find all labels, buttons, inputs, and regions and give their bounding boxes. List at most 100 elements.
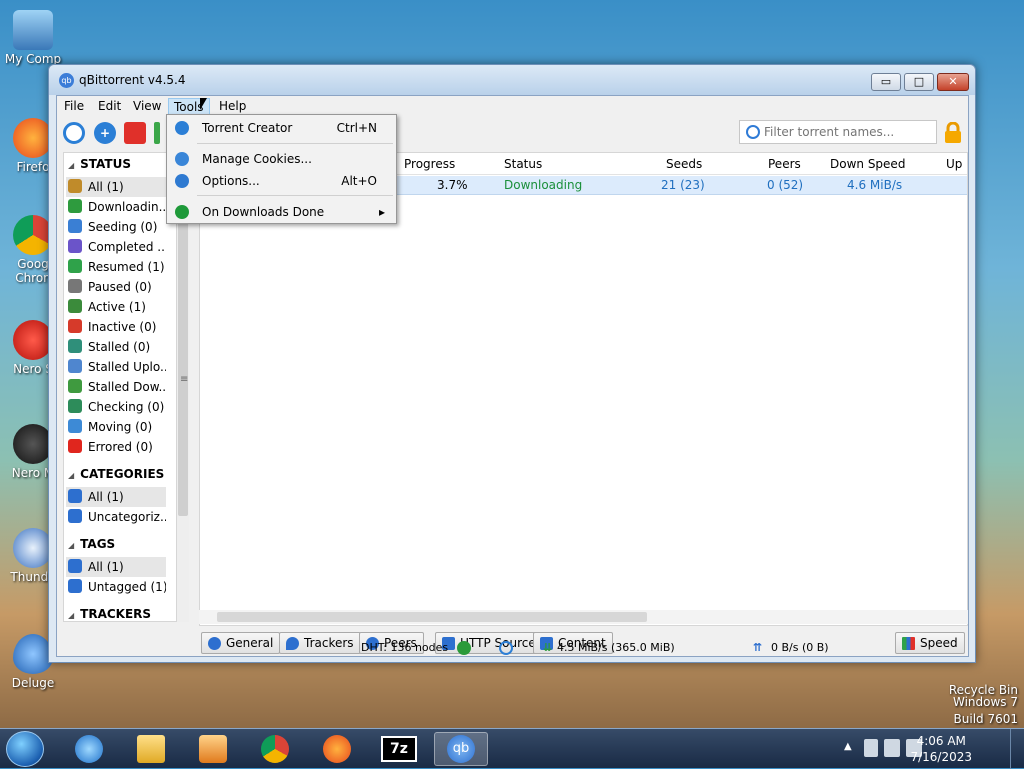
category-item-label: All (1) [88, 490, 124, 504]
menu-help[interactable]: Help [214, 98, 251, 115]
action-center-icon[interactable] [864, 739, 878, 757]
category-item-icon [68, 489, 82, 503]
menu-view[interactable]: View [128, 98, 166, 115]
taskbar-media-player[interactable] [186, 732, 240, 766]
tag-item[interactable]: All (1) [66, 557, 166, 577]
close-button[interactable]: ✕ [937, 73, 969, 91]
submenu-arrow-icon: ▸ [378, 205, 385, 219]
table-hscrollbar[interactable] [199, 610, 968, 624]
menu-item-manage-cookies[interactable]: Manage Cookies... [169, 148, 395, 170]
window-title: qBittorrent v4.5.4 [79, 73, 186, 87]
status-item[interactable]: Completed ... [66, 237, 166, 257]
tray-expand-icon[interactable]: ▲ [844, 741, 852, 752]
taskbar-explorer[interactable] [124, 732, 178, 766]
os-version-line2: Build 7601 [953, 712, 1018, 726]
nero-icon [13, 424, 53, 464]
alt-speed-icon[interactable] [499, 641, 513, 655]
status-item[interactable]: Moving (0) [66, 417, 166, 437]
tags-section-header[interactable]: ◢ TAGS [68, 537, 115, 551]
status-item[interactable]: Stalled Dow... [66, 377, 166, 397]
desktop-icon-label: Nero S [13, 362, 53, 376]
status-item[interactable]: Inactive (0) [66, 317, 166, 337]
status-item[interactable]: Errored (0) [66, 437, 166, 457]
status-item[interactable]: Paused (0) [66, 277, 166, 297]
status-item[interactable]: Checking (0) [66, 397, 166, 417]
category-item[interactable]: All (1) [66, 487, 166, 507]
col-up-speed[interactable]: Up S [946, 157, 967, 171]
status-item[interactable]: Seeding (0) [66, 217, 166, 237]
tag-item-label: Untagged (1) [88, 580, 166, 594]
menu-item-on-downloads-done[interactable]: On Downloads Done ▸ [169, 201, 395, 223]
menu-item-torrent-creator[interactable]: Torrent Creator Ctrl+N [169, 117, 395, 139]
col-progress[interactable]: Progress [404, 157, 455, 171]
col-status[interactable]: Status [504, 157, 542, 171]
system-tray: ▲ 4:06 AM 7/16/2023 [834, 729, 1024, 769]
col-down-speed[interactable]: Down Speed [830, 157, 905, 171]
taskbar-chrome[interactable] [248, 732, 302, 766]
tag-item[interactable]: Untagged (1) [66, 577, 166, 597]
cell-down-speed: 4.6 MiB/s [847, 178, 903, 192]
firefox-icon [13, 118, 53, 158]
sidebar: ◢ STATUS All (1) Downloadin... Seeding (0) C… [63, 152, 177, 622]
col-peers[interactable]: Peers [768, 157, 801, 171]
taskbar-7zip[interactable]: 7z [372, 732, 426, 766]
col-seeds[interactable]: Seeds [666, 157, 702, 171]
status-item[interactable]: Stalled (0) [66, 337, 166, 357]
add-torrent-icon[interactable]: + [94, 122, 116, 144]
status-item-label: Resumed (1) [88, 260, 165, 274]
menu-edit[interactable]: Edit [93, 98, 126, 115]
search-box[interactable] [739, 120, 937, 144]
status-item-label: Errored (0) [88, 440, 153, 454]
lock-icon[interactable] [943, 122, 963, 144]
connection-status-icon[interactable] [457, 641, 471, 655]
torrent-creator-icon [175, 121, 189, 135]
minimize-button[interactable]: ▭ [871, 73, 901, 91]
delete-icon[interactable] [124, 122, 146, 144]
status-item[interactable]: Active (1) [66, 297, 166, 317]
category-item-icon [68, 509, 82, 523]
resume-icon[interactable] [154, 122, 160, 144]
chrome-icon [261, 735, 289, 763]
taskbar-qbittorrent[interactable]: qb [434, 732, 488, 766]
menu-item-options[interactable]: Options... Alt+O [169, 170, 395, 192]
start-button[interactable] [6, 731, 44, 767]
download-speed[interactable]: 4.5 MiB/s (365.0 MiB) [557, 641, 675, 654]
menu-file[interactable]: File [59, 98, 89, 115]
add-link-icon[interactable] [63, 122, 85, 144]
status-item-label: Checking (0) [88, 400, 165, 414]
desktop-icon-label: Deluge [11, 676, 55, 690]
splitter-handle[interactable]: ≡ [180, 374, 188, 385]
download-arrow-icon: ⇊ [543, 641, 553, 654]
taskbar-firefox[interactable] [310, 732, 364, 766]
menu-separator [197, 195, 393, 196]
menu-separator [197, 143, 393, 144]
status-item[interactable]: Stalled Uplo... [66, 357, 166, 377]
upload-speed[interactable]: 0 B/s (0 B) [771, 641, 829, 654]
status-section-header[interactable]: ◢ STATUS [68, 157, 131, 171]
deluge-icon [13, 634, 53, 674]
network-icon[interactable] [884, 739, 900, 757]
categories-section-header[interactable]: ◢ CATEGORIES [68, 467, 164, 481]
maximize-button[interactable]: □ [904, 73, 934, 91]
menu-bar: File Edit View Tools Help [57, 96, 968, 116]
status-item[interactable]: Downloadin... [66, 197, 166, 217]
status-item[interactable]: Resumed (1) [66, 257, 166, 277]
computer-icon [13, 10, 53, 50]
title-bar[interactable]: qb qBittorrent v4.5.4 ▭ □ ✕ [49, 65, 975, 95]
taskbar-ie[interactable] [62, 732, 116, 766]
status-item-icon [68, 199, 82, 213]
gear-icon [175, 174, 189, 188]
clock[interactable]: 4:06 AM 7/16/2023 [910, 733, 972, 765]
category-item[interactable]: Uncategoriz... [66, 507, 166, 527]
search-input[interactable] [764, 124, 932, 140]
desktop-icon-my-computer[interactable]: My Comp [0, 10, 66, 66]
thunderbird-icon [13, 528, 53, 568]
status-item-icon [68, 259, 82, 273]
show-desktop-button[interactable] [1010, 729, 1024, 769]
trackers-section-header[interactable]: ◢ TRACKERS [68, 607, 151, 621]
cookie-icon [175, 152, 189, 166]
scrollbar-thumb[interactable] [217, 612, 647, 622]
tag-item-icon [68, 559, 82, 573]
cell-progress: 3.7% [437, 178, 468, 192]
status-item[interactable]: All (1) [66, 177, 166, 197]
